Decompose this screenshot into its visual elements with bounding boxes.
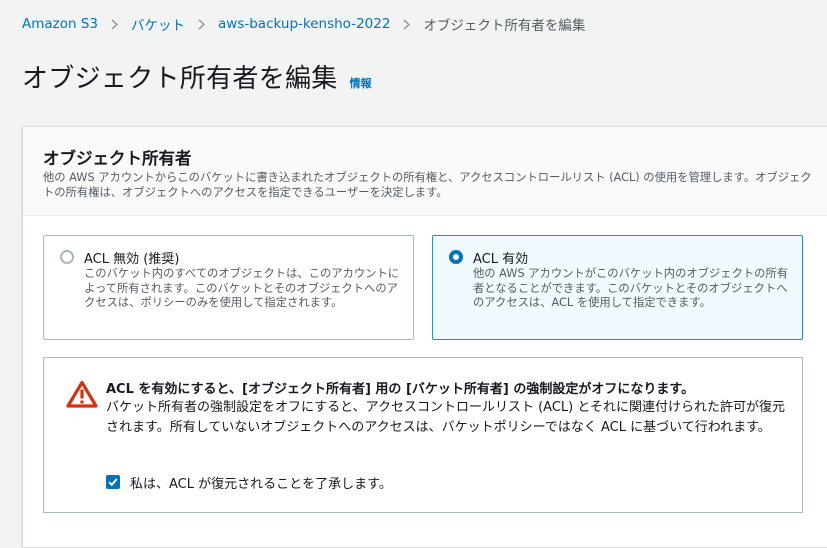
warning-title: ACL を有効にすると、[オブジェクト所有者] 用の [バケット所有者] の強制… xyxy=(106,382,695,397)
container-header: オブジェクト所有者 他の AWS アカウントからこのバケットに書き込まれたオブジ… xyxy=(23,127,827,216)
chevron-right-icon xyxy=(403,18,411,30)
section-description: 他の AWS アカウントからこのバケットに書き込まれたオブジェクトの所有権と、ア… xyxy=(43,171,812,199)
section-title: オブジェクト所有者 xyxy=(43,149,192,168)
chevron-right-icon xyxy=(111,18,119,30)
acknowledge-checkbox[interactable] xyxy=(106,475,120,489)
tile-acl-enabled[interactable]: ACL 有効 他の AWS アカウントがこのバケット内のオブジェクトの所有者とな… xyxy=(432,235,803,340)
breadcrumb-link-s3[interactable]: Amazon S3 xyxy=(22,16,98,32)
radio-acl-enabled[interactable] xyxy=(449,250,463,264)
tile-label: ACL 有効 xyxy=(473,252,529,267)
warning-body: バケット所有者の強制設定をオフにすると、アクセスコントロールリスト (ACL) … xyxy=(106,400,785,435)
chevron-right-icon xyxy=(198,18,206,30)
tile-label: ACL 無効 (推奨) xyxy=(84,252,180,267)
page-title: オブジェクト所有者を編集 xyxy=(22,64,338,94)
page-header: オブジェクト所有者を編集 情報 xyxy=(22,58,372,95)
tile-description: このバケット内のすべてのオブジェクトは、このアカウントによって所有されます。この… xyxy=(84,267,400,309)
warning-alert: ACL を有効にすると、[オブジェクト所有者] 用の [バケット所有者] の強制… xyxy=(43,357,803,513)
breadcrumb-link-bucket[interactable]: aws-backup-kensho-2022 xyxy=(218,16,390,32)
breadcrumb-link-buckets[interactable]: バケット xyxy=(131,14,185,34)
warning-icon xyxy=(66,380,98,412)
breadcrumb-current: オブジェクト所有者を編集 xyxy=(423,18,586,34)
tile-acl-disabled[interactable]: ACL 無効 (推奨) このバケット内のすべてのオブジェクトは、このアカウントに… xyxy=(43,235,414,340)
info-link[interactable]: 情報 xyxy=(350,75,372,91)
tile-description: 他の AWS アカウントがこのバケット内のオブジェクトの所有者となることができま… xyxy=(473,267,789,309)
breadcrumb: Amazon S3 バケット aws-backup-kensho-2022 オブ… xyxy=(22,14,585,34)
acknowledge-label[interactable]: 私は、ACL が復元されることを了承します。 xyxy=(130,473,392,492)
checkmark-icon xyxy=(108,478,118,487)
radio-acl-disabled[interactable] xyxy=(60,250,74,264)
object-ownership-container: オブジェクト所有者 他の AWS アカウントからこのバケットに書き込まれたオブジ… xyxy=(22,126,827,548)
